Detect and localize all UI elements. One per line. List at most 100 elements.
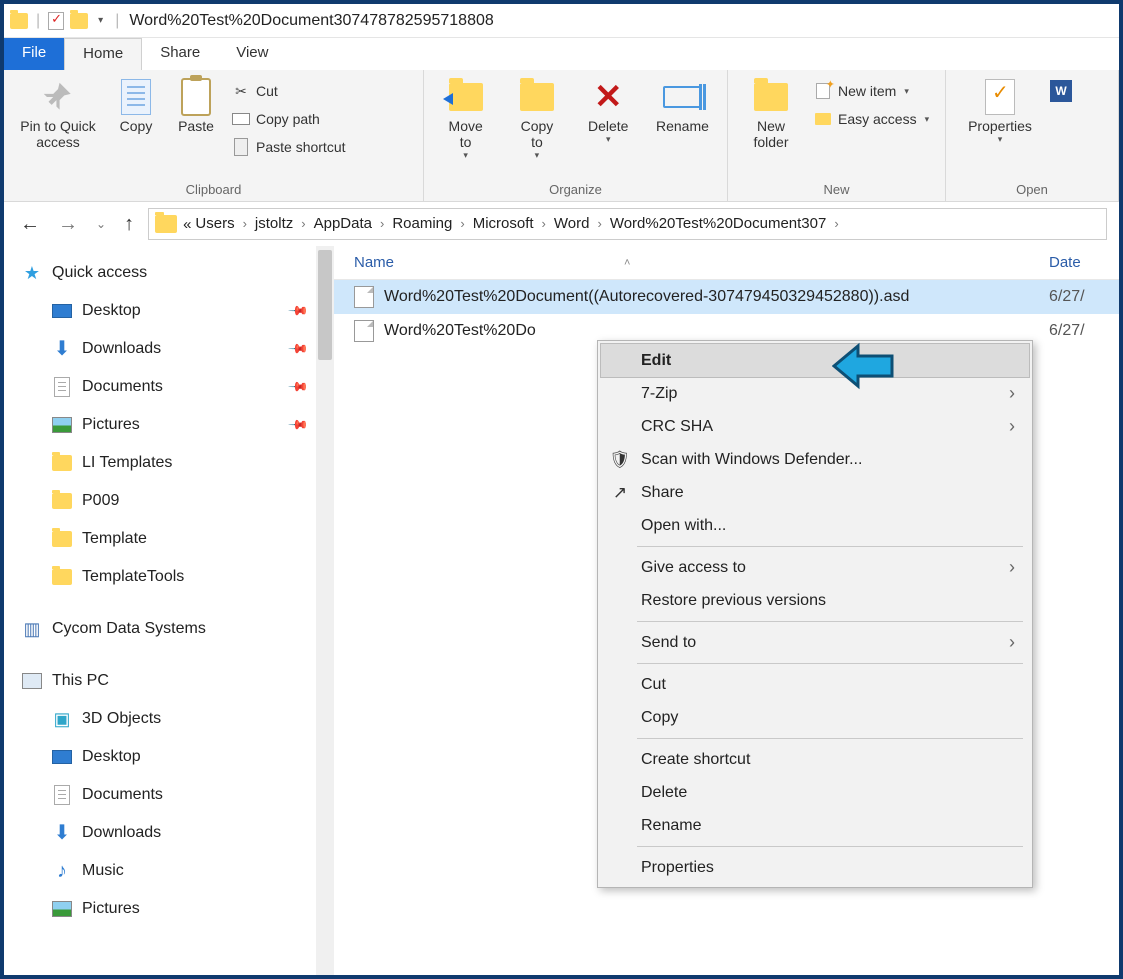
pc-icon bbox=[22, 673, 42, 689]
paste-shortcut-button[interactable]: Paste shortcut bbox=[228, 134, 350, 160]
column-date[interactable]: Date bbox=[1049, 254, 1119, 271]
column-name[interactable]: Name˄ bbox=[354, 254, 1049, 271]
context-menu-item[interactable]: Give access to› bbox=[601, 551, 1029, 584]
context-menu-item[interactable]: Delete bbox=[601, 776, 1029, 809]
chevron-right-icon: › bbox=[1009, 632, 1015, 653]
copy-path-button[interactable]: Copy path bbox=[228, 106, 350, 132]
sort-indicator-icon: ˄ bbox=[624, 257, 630, 269]
sidebar-item-label: Desktop bbox=[82, 302, 141, 320]
open-folder-icon[interactable] bbox=[70, 13, 88, 29]
sidebar-item[interactable]: Desktop📌 bbox=[22, 292, 334, 330]
star-icon: ★ bbox=[22, 264, 42, 282]
pin-icon: 📌 bbox=[287, 414, 310, 437]
menu-item-label: Give access to bbox=[641, 559, 746, 577]
breadcrumb-segment[interactable]: Microsoft bbox=[471, 215, 536, 232]
menu-item-label: 7-Zip bbox=[641, 385, 677, 403]
sidebar-item[interactable]: Template bbox=[22, 520, 334, 558]
address-bar[interactable]: « Users›jstoltz›AppData›Roaming›Microsof… bbox=[148, 208, 1107, 240]
folder-icon bbox=[10, 13, 28, 29]
rename-button[interactable]: Rename bbox=[644, 74, 721, 134]
breadcrumb-segment[interactable]: AppData bbox=[312, 215, 374, 232]
ribbon-group-organize: Move to▾ Copy to▾ ✕ Delete▾ Rename Organ… bbox=[424, 70, 728, 201]
sidebar-item[interactable]: TemplateTools bbox=[22, 558, 334, 596]
move-to-icon bbox=[449, 83, 483, 111]
context-menu-item[interactable]: Rename bbox=[601, 809, 1029, 842]
new-item-button[interactable]: New item▾ bbox=[810, 78, 933, 104]
back-button[interactable]: ← bbox=[16, 213, 44, 236]
breadcrumb-segment[interactable]: Roaming bbox=[390, 215, 454, 232]
context-menu-item[interactable]: Create shortcut bbox=[601, 743, 1029, 776]
pin-to-quick-access-button[interactable]: Pin to Quick access bbox=[10, 74, 106, 150]
breadcrumb-segment[interactable]: Word bbox=[552, 215, 592, 232]
sidebar-item[interactable]: Pictures bbox=[22, 890, 334, 928]
file-name: Word%20Test%20Do bbox=[384, 322, 1049, 340]
folder-icon bbox=[52, 492, 72, 510]
context-menu-item[interactable]: Send to› bbox=[601, 626, 1029, 659]
chevron-right-icon: › bbox=[828, 216, 844, 231]
sidebar-item[interactable]: ▣3D Objects bbox=[22, 700, 334, 738]
sidebar-item[interactable]: ⬇Downloads bbox=[22, 814, 334, 852]
sidebar-cycom[interactable]: ▥ Cycom Data Systems bbox=[22, 610, 334, 648]
easy-access-button[interactable]: Easy access▾ bbox=[810, 106, 933, 132]
context-menu-item[interactable]: ↗Share bbox=[601, 476, 1029, 509]
properties-icon[interactable] bbox=[48, 12, 64, 30]
sidebar-item-label: Music bbox=[82, 862, 124, 880]
move-to-button[interactable]: Move to▾ bbox=[430, 74, 501, 161]
sidebar-item[interactable]: Documents📌 bbox=[22, 368, 334, 406]
file-row[interactable]: Word%20Test%20Document((Autorecovered-30… bbox=[334, 280, 1119, 314]
download-icon: ⬇ bbox=[52, 340, 72, 358]
context-menu-item[interactable]: Copy bbox=[601, 701, 1029, 734]
context-menu-item[interactable]: Cut bbox=[601, 668, 1029, 701]
delete-button[interactable]: ✕ Delete▾ bbox=[573, 74, 644, 144]
tab-file[interactable]: File bbox=[4, 38, 64, 70]
group-label-open: Open bbox=[952, 180, 1112, 199]
up-button[interactable]: ↑ bbox=[120, 213, 138, 236]
crumb-prefix: « bbox=[181, 216, 193, 233]
sidebar-item[interactable]: ♪Music bbox=[22, 852, 334, 890]
breadcrumb-segment[interactable]: Users bbox=[193, 215, 236, 232]
properties-button[interactable]: Properties▾ bbox=[952, 74, 1048, 144]
context-menu-item[interactable]: CRC SHA› bbox=[601, 410, 1029, 443]
paste-button[interactable]: Paste bbox=[166, 74, 226, 134]
context-menu-item[interactable]: Restore previous versions bbox=[601, 584, 1029, 617]
context-menu-item[interactable]: 🛡Scan with Windows Defender... bbox=[601, 443, 1029, 476]
sidebar-quick-access[interactable]: ★ Quick access bbox=[22, 254, 334, 292]
copy-button[interactable]: Copy bbox=[106, 74, 166, 134]
copy-icon bbox=[121, 79, 151, 115]
menu-item-label: CRC SHA bbox=[641, 418, 713, 436]
forward-button[interactable]: → bbox=[54, 213, 82, 236]
word-icon[interactable]: W bbox=[1050, 80, 1072, 102]
context-menu-item[interactable]: Open with... bbox=[601, 509, 1029, 542]
qat-separator: | bbox=[113, 12, 121, 30]
copy-to-button[interactable]: Copy to▾ bbox=[501, 74, 572, 161]
tab-home[interactable]: Home bbox=[64, 38, 142, 70]
move-to-label: Move to bbox=[449, 118, 483, 150]
new-folder-button[interactable]: New folder bbox=[734, 74, 808, 150]
breadcrumb-segment[interactable]: Word%20Test%20Document307 bbox=[608, 215, 829, 232]
sidebar-item[interactable]: P009 bbox=[22, 482, 334, 520]
sidebar-item[interactable]: LI Templates bbox=[22, 444, 334, 482]
recent-menu-icon[interactable]: ⌄ bbox=[92, 217, 110, 231]
file-date: 6/27/ bbox=[1049, 322, 1119, 340]
context-menu-item[interactable]: Properties bbox=[601, 851, 1029, 884]
sidebar-item[interactable]: Documents bbox=[22, 776, 334, 814]
context-menu-item[interactable]: 7-Zip› bbox=[601, 377, 1029, 410]
cut-button[interactable]: ✂Cut bbox=[228, 78, 350, 104]
menu-separator bbox=[637, 846, 1023, 847]
paste-icon bbox=[181, 78, 211, 116]
cut-label: Cut bbox=[256, 83, 278, 99]
properties-label: Properties bbox=[968, 118, 1032, 134]
sidebar-item[interactable]: ⬇Downloads📌 bbox=[22, 330, 334, 368]
breadcrumb-segment[interactable]: jstoltz bbox=[253, 215, 295, 232]
tab-share[interactable]: Share bbox=[142, 38, 218, 70]
sidebar-item-label: Downloads bbox=[82, 824, 161, 842]
sidebar-item[interactable]: Pictures📌 bbox=[22, 406, 334, 444]
qat-dropdown-icon[interactable]: ▾ bbox=[94, 15, 107, 26]
sidebar-scrollbar[interactable] bbox=[316, 246, 334, 975]
tab-view[interactable]: View bbox=[218, 38, 286, 70]
qat-separator: | bbox=[34, 12, 42, 30]
sidebar-item[interactable]: Desktop bbox=[22, 738, 334, 776]
sidebar-this-pc[interactable]: This PC bbox=[22, 662, 334, 700]
scroll-thumb[interactable] bbox=[318, 250, 332, 360]
context-menu-item[interactable]: Edit bbox=[601, 344, 1029, 377]
